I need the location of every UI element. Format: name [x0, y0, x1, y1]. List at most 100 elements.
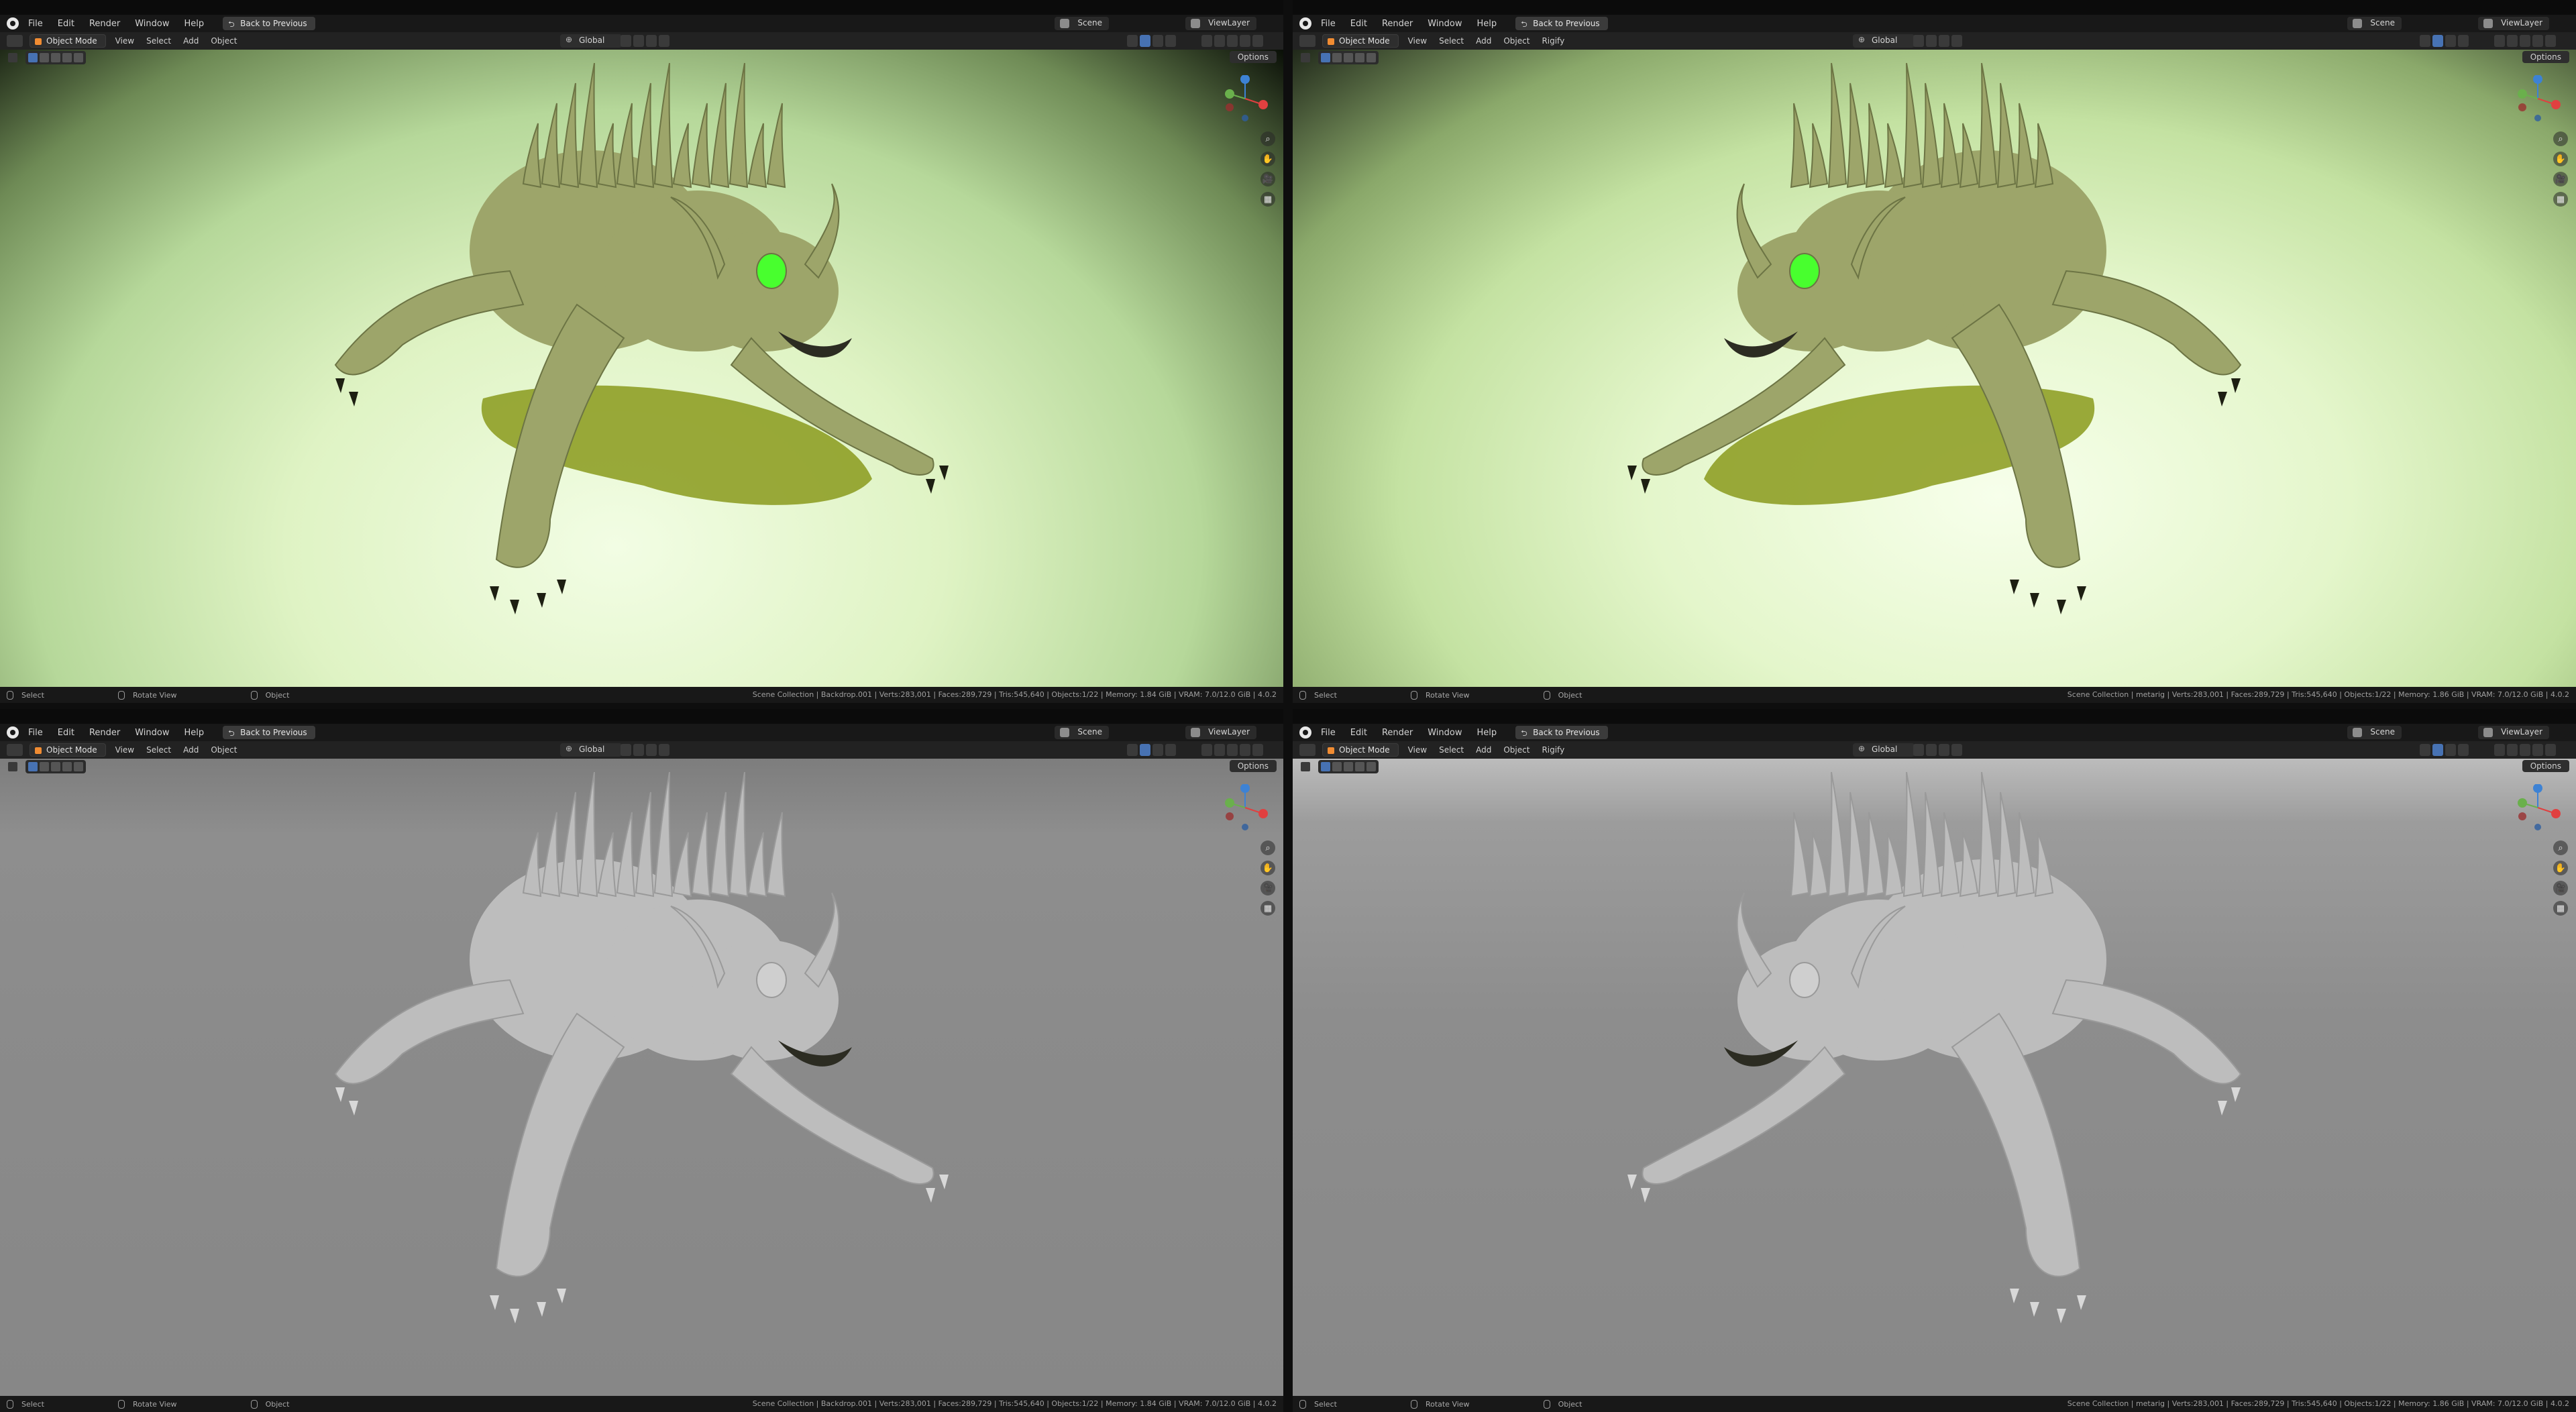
material-shading-icon[interactable]	[1227, 744, 1238, 756]
menu-window[interactable]: Window	[1428, 728, 1462, 738]
select-invert-icon[interactable]	[62, 762, 72, 771]
snap-icon[interactable]	[1926, 35, 1937, 47]
menu-window[interactable]: Window	[135, 19, 169, 29]
view-layer-selector[interactable]: ViewLayer	[1185, 17, 1256, 30]
view-layer-selector[interactable]: ViewLayer	[2478, 17, 2549, 30]
xray-icon[interactable]	[2458, 744, 2469, 756]
menu-view[interactable]: View	[115, 36, 134, 46]
zoom-icon[interactable]: ⌕	[2553, 131, 2568, 146]
toolbar-toggle-icon[interactable]	[8, 762, 17, 771]
menu-edit[interactable]: Edit	[58, 728, 74, 738]
pivot-icon[interactable]	[1913, 744, 1924, 756]
object-mode-select[interactable]: Object Mode	[30, 34, 106, 48]
solid-shading-icon[interactable]	[1214, 744, 1225, 756]
blender-logo[interactable]	[7, 726, 19, 739]
select-subtract-icon[interactable]	[51, 53, 60, 62]
select-invert-icon[interactable]	[1355, 53, 1364, 62]
toolbar-toggle-icon[interactable]	[8, 53, 17, 62]
pivot-icon[interactable]	[621, 35, 631, 47]
rendered-shading-icon[interactable]	[2532, 744, 2543, 756]
3d-viewport[interactable]: ⌕ ✋ 🎥 ▦	[1293, 50, 2576, 687]
menu-render[interactable]: Render	[1382, 728, 1413, 738]
menu-help[interactable]: Help	[1477, 728, 1497, 738]
xray-icon[interactable]	[1165, 35, 1176, 47]
visibility-icon[interactable]	[1127, 35, 1138, 47]
menu-window[interactable]: Window	[135, 728, 169, 738]
camera-icon[interactable]: 🎥	[1260, 881, 1275, 895]
gizmo-toggle-icon[interactable]	[2432, 35, 2443, 47]
menu-object[interactable]: Object	[1503, 36, 1529, 46]
blender-logo[interactable]	[1299, 17, 1311, 30]
select-extend-icon[interactable]	[40, 53, 49, 62]
menu-object[interactable]: Object	[211, 36, 237, 46]
snap-icon[interactable]	[1926, 744, 1937, 756]
scene-selector[interactable]: Scene	[2347, 17, 2402, 30]
menu-file[interactable]: File	[1321, 19, 1336, 29]
visibility-icon[interactable]	[2420, 35, 2430, 47]
material-shading-icon[interactable]	[1227, 35, 1238, 47]
transform-orientation-select[interactable]: Global	[1853, 34, 1915, 48]
rendered-shading-icon[interactable]	[1240, 35, 1250, 47]
select-extend-icon[interactable]	[1332, 53, 1342, 62]
menu-add[interactable]: Add	[183, 745, 199, 755]
transform-orientation-select[interactable]: Global	[560, 743, 623, 757]
menu-rigify[interactable]: Rigify	[1542, 36, 1564, 46]
solid-shading-icon[interactable]	[1214, 35, 1225, 47]
menu-view[interactable]: View	[115, 745, 134, 755]
object-mode-select[interactable]: Object Mode	[1322, 743, 1399, 757]
menu-edit[interactable]: Edit	[1350, 19, 1367, 29]
visibility-icon[interactable]	[2420, 744, 2430, 756]
overlay-icon[interactable]	[1152, 35, 1163, 47]
menu-select[interactable]: Select	[146, 745, 171, 755]
blender-logo[interactable]	[7, 17, 19, 30]
back-to-previous-button[interactable]: Back to Previous	[223, 17, 315, 32]
rendered-shading-icon[interactable]	[2532, 35, 2543, 47]
menu-object[interactable]: Object	[1503, 745, 1529, 755]
shading-options-icon[interactable]	[2545, 744, 2556, 756]
menu-add[interactable]: Add	[1476, 745, 1491, 755]
navigation-gizmo[interactable]	[2514, 75, 2561, 122]
select-invert-icon[interactable]	[1355, 762, 1364, 771]
gizmo-toggle-icon[interactable]	[1140, 744, 1150, 756]
grid-icon[interactable]: ▦	[1260, 192, 1275, 207]
transform-orientation-select[interactable]: Global	[1853, 743, 1915, 757]
3d-viewport[interactable]: ⌕ ✋ 🎥 ▦	[1293, 759, 2576, 1396]
snap-target-icon[interactable]	[646, 35, 657, 47]
select-new-icon[interactable]	[28, 762, 38, 771]
menu-view[interactable]: View	[1408, 36, 1427, 46]
menu-add[interactable]: Add	[183, 36, 199, 46]
proportional-icon[interactable]	[659, 35, 669, 47]
toolbar-toggle-icon[interactable]	[1301, 53, 1310, 62]
menu-edit[interactable]: Edit	[58, 19, 74, 29]
proportional-icon[interactable]	[1951, 35, 1962, 47]
zoom-icon[interactable]: ⌕	[1260, 840, 1275, 855]
menu-add[interactable]: Add	[1476, 36, 1491, 46]
view-layer-selector[interactable]: ViewLayer	[1185, 726, 1256, 739]
snap-target-icon[interactable]	[646, 744, 657, 756]
menu-help[interactable]: Help	[1477, 19, 1497, 29]
overlay-icon[interactable]	[2445, 744, 2456, 756]
gizmo-toggle-icon[interactable]	[2432, 744, 2443, 756]
3d-viewport[interactable]: ⌕ ✋ 🎥 ▦	[0, 50, 1283, 687]
wireframe-shading-icon[interactable]	[2494, 744, 2505, 756]
menu-render[interactable]: Render	[1382, 19, 1413, 29]
select-new-icon[interactable]	[1321, 762, 1330, 771]
scene-selector[interactable]: Scene	[1055, 17, 1109, 30]
overlay-icon[interactable]	[2445, 35, 2456, 47]
select-new-icon[interactable]	[1321, 53, 1330, 62]
options-button[interactable]: Options	[2522, 760, 2569, 772]
3d-viewport[interactable]: ⌕ ✋ 🎥 ▦	[0, 759, 1283, 1396]
wireframe-shading-icon[interactable]	[1201, 744, 1212, 756]
options-button[interactable]: Options	[1229, 760, 1277, 772]
menu-help[interactable]: Help	[184, 728, 205, 738]
solid-shading-icon[interactable]	[2507, 744, 2518, 756]
snap-target-icon[interactable]	[1939, 35, 1949, 47]
menu-rigify[interactable]: Rigify	[1542, 745, 1564, 755]
back-to-previous-button[interactable]: Back to Previous	[223, 726, 315, 741]
options-button[interactable]: Options	[1229, 51, 1277, 63]
pan-icon[interactable]: ✋	[1260, 152, 1275, 166]
select-intersect-icon[interactable]	[1366, 762, 1376, 771]
navigation-gizmo[interactable]	[1222, 784, 1269, 831]
navigation-gizmo[interactable]	[2514, 784, 2561, 831]
camera-icon[interactable]: 🎥	[2553, 172, 2568, 186]
